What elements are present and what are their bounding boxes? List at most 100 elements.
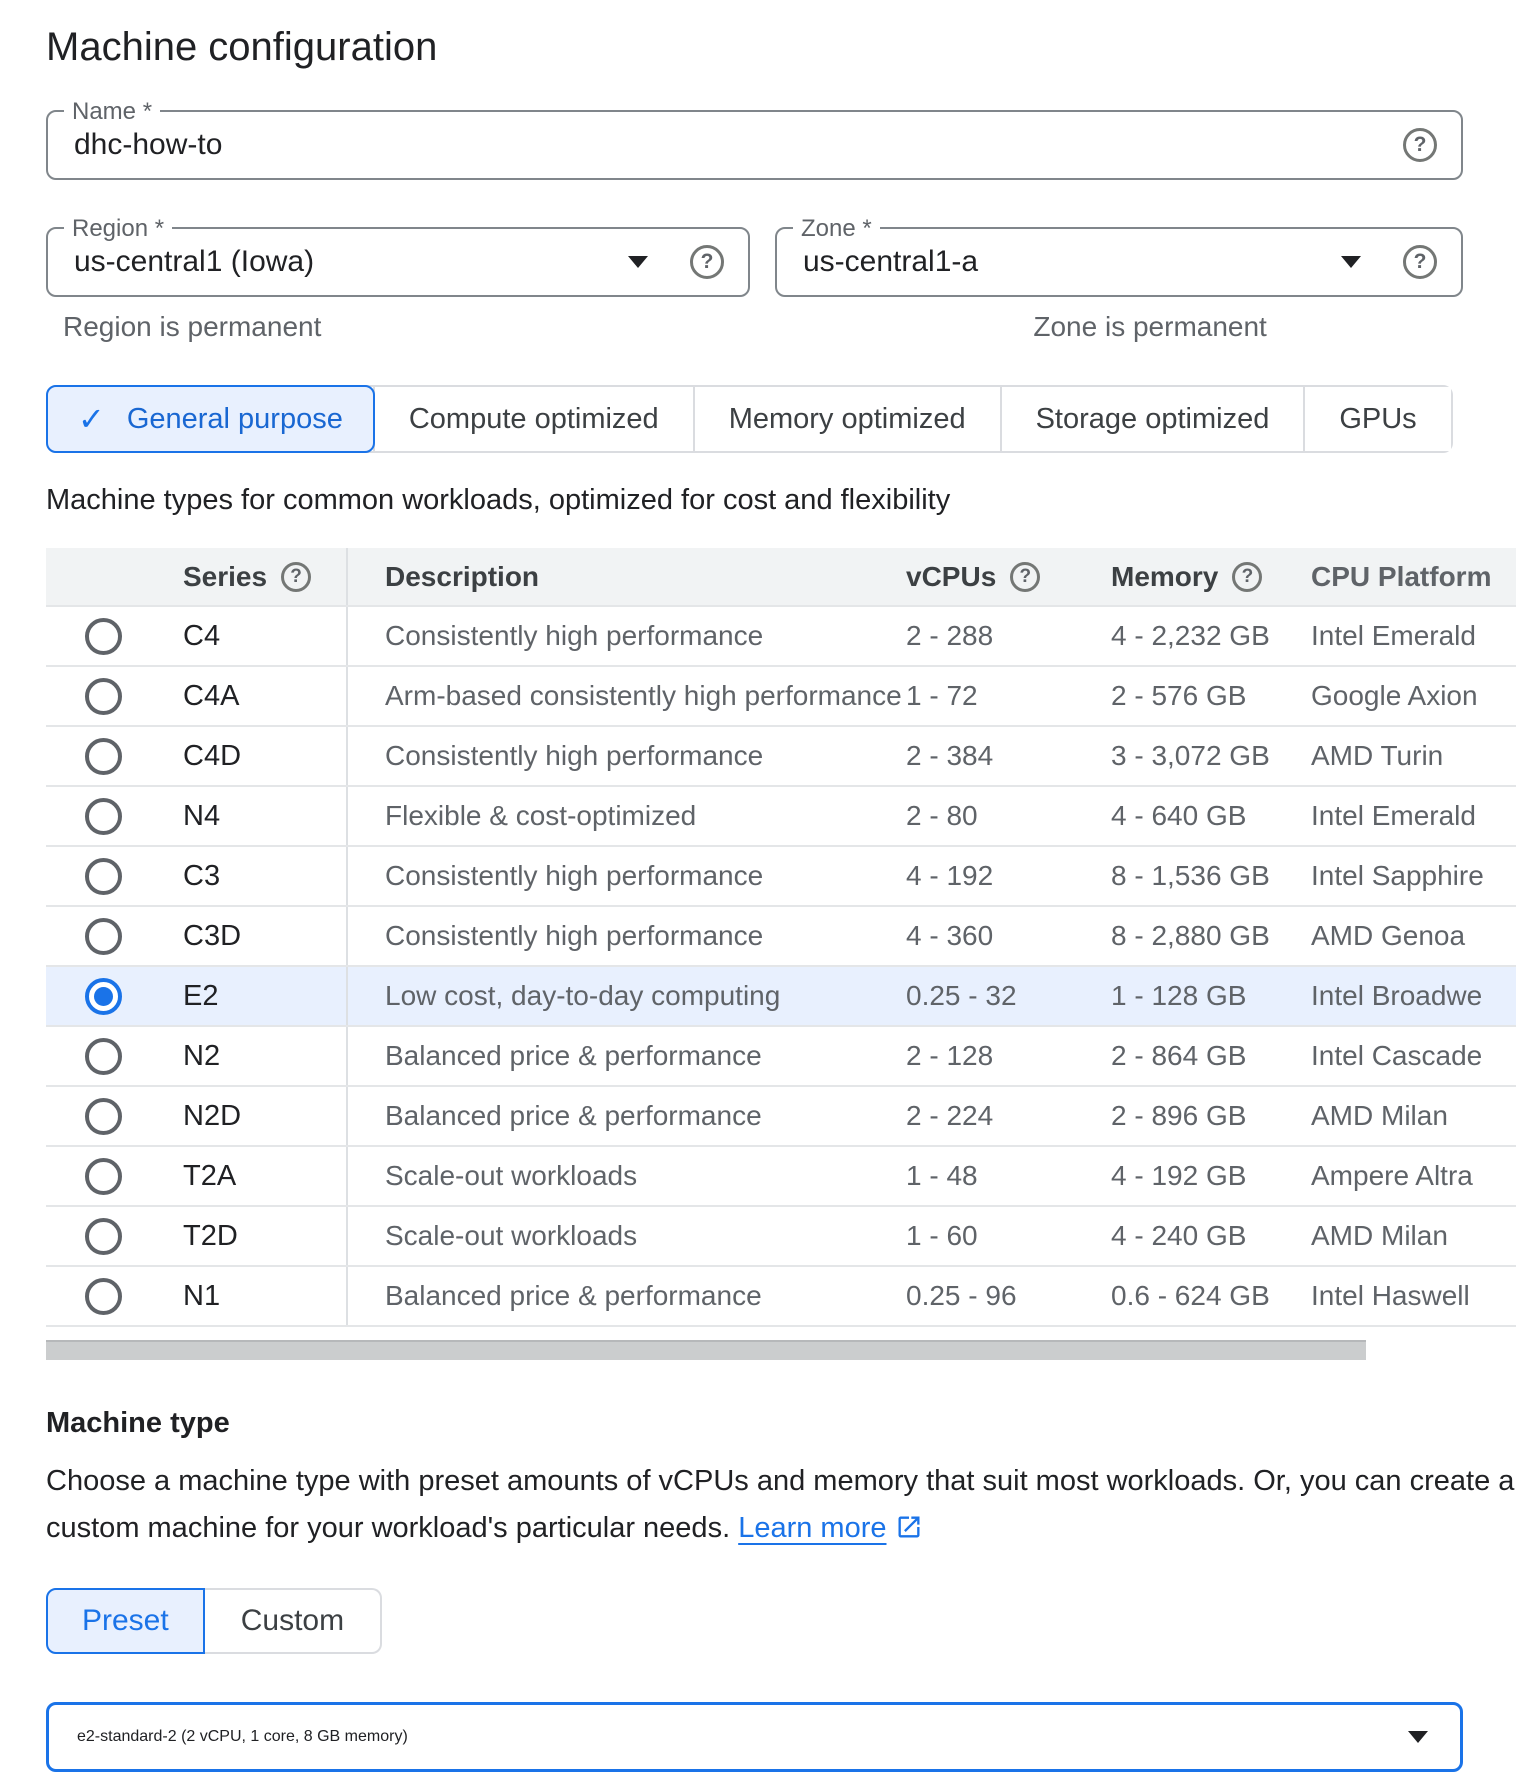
help-icon[interactable]: ? [1403, 245, 1437, 279]
machine-configuration-panel: Machine configuration Name * dhc-how-to … [0, 0, 1516, 1780]
series-radio[interactable] [85, 1038, 122, 1075]
series-radio[interactable] [85, 1158, 122, 1195]
table-row-n2[interactable]: N2Balanced price & performance2 - 1282 -… [46, 1025, 1516, 1085]
series-cpu-platform: Intel Emerald [1311, 800, 1516, 832]
series-memory: 4 - 640 GB [1111, 800, 1311, 832]
region-select[interactable]: Region * us-central1 (Iowa) ? [46, 227, 750, 297]
series-radio-cell [46, 738, 161, 775]
series-radio-cell [46, 1158, 161, 1195]
table-row-c4d[interactable]: C4DConsistently high performance2 - 3843… [46, 725, 1516, 785]
table-row-c3d[interactable]: C3DConsistently high performance4 - 3608… [46, 905, 1516, 965]
table-bottom-border [46, 1325, 1516, 1327]
help-icon[interactable]: ? [281, 562, 311, 592]
series-description: Consistently high performance [348, 620, 906, 652]
series-description: Low cost, day-to-day computing [348, 980, 906, 1012]
horizontal-scrollbar-thumb[interactable] [46, 1340, 1366, 1360]
machine-type-select[interactable]: e2-standard-2 (2 vCPU, 1 core, 8 GB memo… [46, 1702, 1463, 1772]
chevron-down-icon[interactable] [628, 256, 648, 268]
zone-select[interactable]: Zone * us-central1-a ? [775, 227, 1463, 297]
series-radio[interactable] [85, 618, 122, 655]
series-radio-cell [46, 978, 161, 1015]
tab-storage-optimized[interactable]: Storage optimized [1000, 387, 1304, 451]
series-cpu-platform: Google Axion [1311, 680, 1516, 712]
machine-type-heading: Machine type [46, 1407, 1516, 1440]
tab-label: General purpose [127, 403, 343, 436]
series-memory: 4 - 240 GB [1111, 1220, 1311, 1252]
series-name: N2D [161, 1087, 348, 1145]
table-row-c4[interactable]: C4Consistently high performance2 - 2884 … [46, 605, 1516, 665]
series-memory: 8 - 2,880 GB [1111, 920, 1311, 952]
tab-gpus[interactable]: GPUs [1303, 387, 1450, 451]
toggle-custom[interactable]: Custom [205, 1588, 382, 1654]
series-radio[interactable] [85, 1218, 122, 1255]
machine-series-table: Series ? Description vCPUs ? Memory ? CP… [46, 548, 1516, 1327]
table-row-c4a[interactable]: C4AArm-based consistently high performan… [46, 665, 1516, 725]
zone-helper-text: Zone is permanent [1033, 311, 1266, 343]
series-radio-cell [46, 798, 161, 835]
tab-general-purpose[interactable]: ✓General purpose [46, 385, 375, 453]
table-row-t2d[interactable]: T2DScale-out workloads1 - 604 - 240 GBAM… [46, 1205, 1516, 1265]
table-header-row: Series ? Description vCPUs ? Memory ? CP… [46, 548, 1516, 605]
series-vcpus: 2 - 80 [906, 800, 1111, 832]
series-radio[interactable] [85, 1278, 122, 1315]
table-row-t2a[interactable]: T2AScale-out workloads1 - 484 - 192 GBAm… [46, 1145, 1516, 1205]
toggle-preset[interactable]: Preset [46, 1588, 205, 1654]
series-memory: 2 - 896 GB [1111, 1100, 1311, 1132]
series-description: Arm-based consistently high performance [348, 680, 906, 712]
series-radio-cell [46, 1098, 161, 1135]
series-cpu-platform: Intel Haswell [1311, 1280, 1516, 1312]
series-vcpus: 1 - 72 [906, 680, 1111, 712]
series-column-header: Series ? [161, 548, 348, 605]
learn-more-link[interactable]: Learn more [738, 1512, 886, 1544]
tab-label: GPUs [1339, 403, 1416, 436]
name-field[interactable]: Name * dhc-how-to ? [46, 110, 1463, 180]
tab-compute-optimized[interactable]: Compute optimized [373, 387, 693, 451]
series-radio[interactable] [85, 678, 122, 715]
series-vcpus: 2 - 128 [906, 1040, 1111, 1072]
table-row-n4[interactable]: N4Flexible & cost-optimized2 - 804 - 640… [46, 785, 1516, 845]
series-name: T2A [161, 1147, 348, 1205]
series-name: C4 [161, 607, 348, 665]
help-icon[interactable]: ? [690, 245, 724, 279]
series-vcpus: 1 - 48 [906, 1160, 1111, 1192]
machine-family-tabs: ✓General purpose Compute optimized Memory … [46, 385, 1453, 453]
series-radio[interactable] [85, 798, 122, 835]
table-row-n1[interactable]: N1Balanced price & performance0.25 - 960… [46, 1265, 1516, 1325]
series-memory: 0.6 - 624 GB [1111, 1280, 1311, 1312]
description-column-header: Description [348, 561, 906, 593]
table-row-e2[interactable]: E2Low cost, day-to-day computing0.25 - 3… [46, 965, 1516, 1025]
series-vcpus: 4 - 192 [906, 860, 1111, 892]
series-cpu-platform: Intel Sapphire [1311, 860, 1516, 892]
series-radio[interactable] [85, 918, 122, 955]
series-cpu-platform: Intel Broadwe [1311, 980, 1516, 1012]
series-radio[interactable] [85, 978, 122, 1015]
series-radio-cell [46, 1038, 161, 1075]
series-radio[interactable] [85, 858, 122, 895]
series-radio-cell [46, 618, 161, 655]
series-description: Consistently high performance [348, 740, 906, 772]
help-icon[interactable]: ? [1010, 562, 1040, 592]
series-radio-cell [46, 858, 161, 895]
help-icon[interactable]: ? [1403, 128, 1437, 162]
series-description: Balanced price & performance [348, 1040, 906, 1072]
chevron-down-icon[interactable] [1341, 256, 1361, 268]
series-description: Consistently high performance [348, 860, 906, 892]
help-icon[interactable]: ? [1232, 562, 1262, 592]
series-radio[interactable] [85, 738, 122, 775]
region-label: Region * [64, 215, 172, 243]
series-radio[interactable] [85, 1098, 122, 1135]
series-memory: 4 - 2,232 GB [1111, 620, 1311, 652]
table-row-n2d[interactable]: N2DBalanced price & performance2 - 2242 … [46, 1085, 1516, 1145]
series-name: N2 [161, 1027, 348, 1085]
series-radio-cell [46, 678, 161, 715]
name-field-value[interactable]: dhc-how-to [48, 128, 222, 162]
series-vcpus: 1 - 60 [906, 1220, 1111, 1252]
tab-label: Compute optimized [409, 403, 659, 436]
table-row-c3[interactable]: C3Consistently high performance4 - 1928 … [46, 845, 1516, 905]
tab-memory-optimized[interactable]: Memory optimized [693, 387, 1000, 451]
series-memory: 4 - 192 GB [1111, 1160, 1311, 1192]
machine-type-value: e2-standard-2 (2 vCPU, 1 core, 8 GB memo… [49, 1728, 408, 1746]
series-vcpus: 2 - 384 [906, 740, 1111, 772]
series-memory: 2 - 864 GB [1111, 1040, 1311, 1072]
series-cpu-platform: Intel Emerald [1311, 620, 1516, 652]
